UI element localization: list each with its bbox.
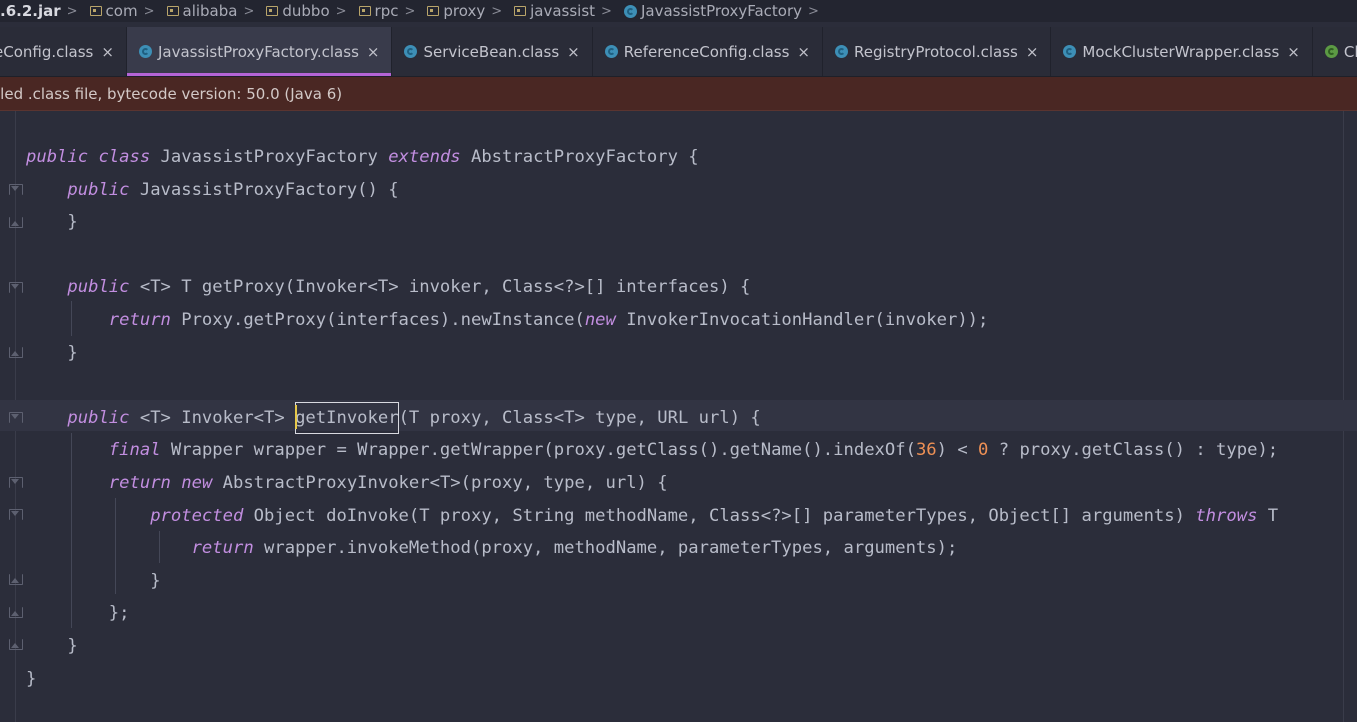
breadcrumb-item-class[interactable]: JavassistProxyFactory <box>618 2 806 20</box>
caret-selection[interactable]: getInvoker <box>295 401 399 435</box>
breadcrumb-item-alibaba[interactable]: alibaba <box>161 2 242 20</box>
code-line: } <box>150 570 161 591</box>
package-folder-icon <box>427 6 440 16</box>
fold-collapse-icon[interactable] <box>9 282 23 293</box>
fold-collapse-icon[interactable] <box>9 509 23 520</box>
code-line: } <box>26 668 37 689</box>
package-folder-icon <box>514 6 527 16</box>
breadcrumb: .6.2.jar > com > alibaba > dubbo > rpc >… <box>0 0 1357 22</box>
close-icon[interactable]: × <box>1287 43 1300 61</box>
package-folder-icon <box>89 6 102 16</box>
fold-end-icon[interactable] <box>9 217 23 228</box>
class-icon <box>604 45 618 58</box>
breadcrumb-item-jar[interactable]: .6.2.jar <box>0 2 65 20</box>
decompiled-notice-banner: iled .class file, bytecode version: 50.0… <box>0 77 1357 111</box>
code-line: public <T> T getProxy(Invoker<T> invoker… <box>67 277 751 298</box>
close-icon[interactable]: × <box>367 43 380 61</box>
fold-end-icon[interactable] <box>9 574 23 585</box>
tab-mock-cluster-wrapper[interactable]: MockClusterWrapper.class × <box>1051 27 1313 76</box>
tab-service-bean[interactable]: ServiceBean.class × <box>392 27 593 76</box>
chevron-right-icon: > <box>243 3 255 19</box>
editor-tab-bar: eConfig.class × JavassistProxyFactory.cl… <box>0 27 1357 77</box>
chevron-right-icon: > <box>601 3 612 19</box>
close-icon[interactable]: × <box>101 43 114 61</box>
tab-cluster[interactable]: Cluster <box>1313 27 1357 76</box>
breadcrumb-item-proxy[interactable]: proxy <box>421 2 489 20</box>
chevron-right-icon: > <box>143 3 155 19</box>
code-line: return wrapper.invokeMethod(proxy, metho… <box>191 538 958 559</box>
class-icon <box>834 45 848 58</box>
class-icon <box>623 4 637 18</box>
code-line: } <box>67 635 78 656</box>
chevron-right-icon: > <box>335 3 347 19</box>
code-line: final Wrapper wrapper = Wrapper.getWrapp… <box>108 440 1279 461</box>
tab-reference-config[interactable]: ReferenceConfig.class × <box>593 27 823 76</box>
code-text[interactable]: public class JavassistProxyFactory exten… <box>26 141 1278 695</box>
tab-service-config[interactable]: eConfig.class × <box>0 27 127 76</box>
fold-end-icon[interactable] <box>9 639 23 650</box>
code-line: } <box>67 212 78 233</box>
chevron-right-icon: > <box>66 3 78 19</box>
package-folder-icon <box>166 6 179 16</box>
close-icon[interactable]: × <box>797 43 810 61</box>
package-folder-icon <box>358 6 371 16</box>
class-icon <box>138 45 152 58</box>
tab-registry-protocol[interactable]: RegistryProtocol.class × <box>823 27 1052 76</box>
close-icon[interactable]: × <box>567 43 580 61</box>
fold-collapse-icon[interactable] <box>9 412 23 423</box>
code-line: }; <box>108 603 130 624</box>
interface-icon <box>1324 45 1338 58</box>
code-line: return new AbstractProxyInvoker<T>(proxy… <box>108 472 668 493</box>
package-folder-icon <box>266 6 279 16</box>
breadcrumb-item-javassist[interactable]: javassist <box>508 2 599 20</box>
chevron-right-icon: > <box>808 3 819 19</box>
breadcrumb-item-com[interactable]: com <box>84 2 142 20</box>
code-line: return Proxy.getProxy(interfaces).newIns… <box>108 309 989 330</box>
code-editor[interactable]: public class JavassistProxyFactory exten… <box>0 111 1357 722</box>
close-icon[interactable]: × <box>1026 43 1039 61</box>
breadcrumb-item-rpc[interactable]: rpc <box>353 2 403 20</box>
code-line: public JavassistProxyFactory() { <box>67 179 399 200</box>
fold-collapse-icon[interactable] <box>9 184 23 195</box>
code-line: public class JavassistProxyFactory exten… <box>26 147 699 167</box>
code-line: public <T> Invoker<T> getInvoker(T proxy… <box>26 401 1278 435</box>
code-line: } <box>67 342 78 363</box>
code-line: protected Object doInvoke(T proxy, Strin… <box>150 505 1279 526</box>
chevron-right-icon: > <box>404 3 416 19</box>
breadcrumb-item-dubbo[interactable]: dubbo <box>260 2 333 20</box>
chevron-right-icon: > <box>491 3 503 19</box>
tab-javassist-proxy-factory[interactable]: JavassistProxyFactory.class × <box>126 27 393 76</box>
class-icon <box>1063 45 1077 58</box>
fold-end-icon[interactable] <box>9 607 23 618</box>
decompiled-notice-text: iled .class file, bytecode version: 50.0… <box>0 84 343 103</box>
class-icon <box>404 45 418 58</box>
fold-collapse-icon[interactable] <box>9 477 23 488</box>
fold-end-icon[interactable] <box>9 347 23 358</box>
